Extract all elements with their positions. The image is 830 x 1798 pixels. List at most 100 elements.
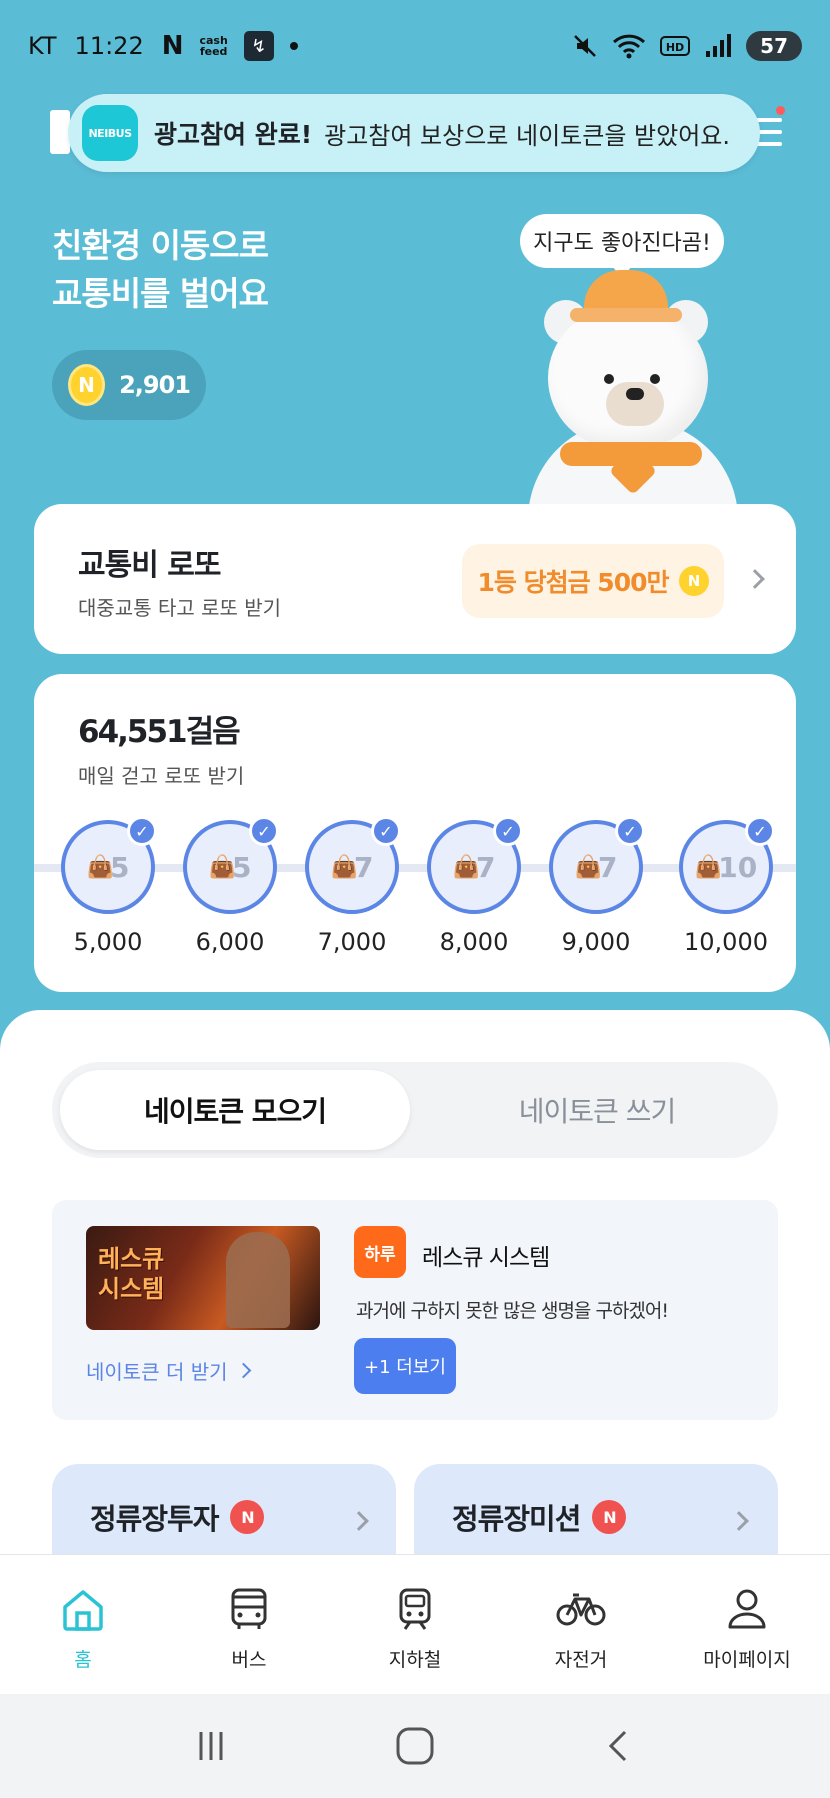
milestone-steps: 6,000 bbox=[195, 928, 265, 956]
menu-notification-dot bbox=[776, 106, 785, 115]
header-logo-fragment bbox=[50, 110, 70, 154]
milestone-reward-circle: 👜 7 ✓ bbox=[427, 816, 523, 914]
step-count: 64,551걸음 bbox=[78, 714, 241, 750]
steps-subtitle: 매일 걷고 로또 받기 bbox=[78, 764, 245, 788]
tab-spend-tokens[interactable]: 네이토큰 쓰기 bbox=[422, 1070, 772, 1150]
back-icon[interactable] bbox=[599, 1726, 639, 1766]
first-prize-badge: 1등 당첨금 500만 N bbox=[462, 544, 724, 618]
home-button-icon[interactable] bbox=[393, 1724, 437, 1768]
token-tab-switcher: 네이토큰 모으기 네이토큰 쓰기 bbox=[52, 1062, 778, 1158]
step-milestone[interactable]: 👜 5 ✓ 5,000 bbox=[60, 816, 157, 956]
naitoken-coin-icon: N bbox=[68, 364, 106, 406]
mascot-speech-bubble: 지구도 좋아진다곰! bbox=[520, 214, 724, 278]
subway-icon bbox=[389, 1583, 441, 1635]
nav-bike[interactable]: 자전거 bbox=[498, 1555, 664, 1694]
transit-lotto-card[interactable]: 교통비 로또 대중교통 타고 로또 받기 1등 당첨금 500만 N bbox=[34, 504, 796, 654]
chevron-right-icon bbox=[745, 569, 765, 589]
milestone-steps: 10,000 bbox=[684, 928, 768, 956]
milestone-steps: 5,000 bbox=[73, 928, 143, 956]
plus-one-more-button[interactable]: +1 더보기 bbox=[354, 1338, 456, 1394]
naitoken-coin-icon: N bbox=[678, 566, 709, 596]
first-prize-text: 1등 당첨금 500만 bbox=[477, 568, 670, 597]
app-notification-icon: ↯ bbox=[243, 31, 274, 61]
nav-subway[interactable]: 지하철 bbox=[332, 1555, 498, 1694]
milestone-reward: 10 bbox=[718, 850, 758, 884]
bus-icon bbox=[223, 1583, 275, 1635]
nav-bike-label: 자전거 bbox=[554, 1649, 608, 1671]
more-tokens-label: 네이토큰 더 받기 bbox=[86, 1360, 228, 1384]
nav-home[interactable]: 홈 bbox=[0, 1555, 166, 1694]
tab-collect-tokens[interactable]: 네이토큰 모으기 bbox=[60, 1070, 410, 1150]
check-icon: ✓ bbox=[745, 816, 775, 846]
ad-offer-card[interactable]: 레스큐 시스템 네이토큰 더 받기 하루 레스큐 시스템 과거에 구하지 못한 … bbox=[52, 1200, 778, 1420]
milestone-reward: 5 bbox=[231, 850, 252, 884]
nav-home-label: 홈 bbox=[74, 1649, 92, 1671]
milestone-reward: 7 bbox=[353, 850, 374, 884]
haru-app-logo: 하루 bbox=[354, 1226, 406, 1278]
nav-subway-label: 지하철 bbox=[388, 1649, 442, 1671]
nav-bus-label: 버스 bbox=[231, 1649, 267, 1671]
token-balance-pill[interactable]: N 2,901 bbox=[52, 350, 206, 420]
carrier-label: KT bbox=[28, 32, 57, 60]
battery-indicator: 57 bbox=[746, 31, 802, 61]
game-ad-thumbnail[interactable]: 레스큐 시스템 bbox=[86, 1226, 320, 1330]
home-icon bbox=[57, 1583, 109, 1635]
chevron-right-icon bbox=[729, 1511, 749, 1531]
milestone-reward: 7 bbox=[475, 850, 496, 884]
recent-apps-icon[interactable] bbox=[191, 1726, 231, 1766]
stop-investment-label: 정류장투자 bbox=[90, 1502, 219, 1536]
hero-title: 친환경 이동으로 교통비를 벌어요 bbox=[52, 226, 269, 313]
ad-title: 레스큐 시스템 bbox=[422, 1245, 550, 1271]
cashfeed-notification-icon: cash feed bbox=[199, 34, 228, 58]
milestone-steps: 8,000 bbox=[439, 928, 509, 956]
chevron-right-icon bbox=[235, 1362, 251, 1379]
bottom-navigation: 홈 버스 지하철 자전거 마이페이지 bbox=[0, 1554, 830, 1694]
hd-voice-icon: HD bbox=[660, 36, 691, 56]
step-milestone[interactable]: 👜 7 ✓ 9,000 bbox=[548, 816, 645, 956]
stop-mission-label: 정류장미션 bbox=[452, 1502, 581, 1536]
check-icon: ✓ bbox=[249, 816, 279, 846]
status-bar: KT 11:22 N cash feed ↯ HD 57 bbox=[0, 0, 830, 92]
token-balance: 2,901 bbox=[119, 371, 191, 399]
firefighter-illustration bbox=[226, 1232, 290, 1328]
milestone-reward: 7 bbox=[597, 850, 618, 884]
milestone-reward-circle: 👜 5 ✓ bbox=[183, 816, 279, 914]
polar-bear-mascot-illustration bbox=[508, 270, 758, 540]
lotto-subtitle: 대중교통 타고 로또 받기 bbox=[78, 596, 282, 620]
clock: 11:22 bbox=[74, 32, 144, 60]
mute-icon bbox=[574, 35, 597, 57]
milestone-steps: 7,000 bbox=[317, 928, 387, 956]
step-milestone[interactable]: 👜 7 ✓ 7,000 bbox=[304, 816, 401, 956]
reward-toast[interactable]: NEIBUS 광고참여 완료! 광고참여 보상으로 네이토큰을 받았어요. bbox=[68, 94, 760, 172]
step-milestone[interactable]: 👜 10 ✓ 10,000 bbox=[670, 816, 782, 956]
wifi-icon bbox=[613, 34, 646, 59]
nav-bus[interactable]: 버스 bbox=[166, 1555, 332, 1694]
naver-notification-icon: N bbox=[161, 31, 184, 61]
system-navigation-bar bbox=[0, 1694, 830, 1798]
new-badge: N bbox=[592, 1500, 627, 1534]
milestone-reward-circle: 👜 7 ✓ bbox=[549, 816, 645, 914]
nav-mypage-label: 마이페이지 bbox=[703, 1649, 791, 1671]
user-icon bbox=[721, 1583, 773, 1635]
check-icon: ✓ bbox=[371, 816, 401, 846]
stop-investment-title: 정류장투자 N bbox=[90, 1496, 265, 1538]
milestone-reward-circle: 👜 10 ✓ bbox=[679, 816, 775, 914]
toast-message: 광고참여 보상으로 네이토큰을 받았어요. bbox=[324, 121, 730, 150]
status-indicators: HD 57 bbox=[572, 31, 802, 61]
milestone-reward: 5 bbox=[109, 850, 130, 884]
milestone-reward-circle: 👜 7 ✓ bbox=[305, 816, 401, 914]
signal-icon bbox=[706, 34, 732, 57]
lotto-title: 교통비 로또 bbox=[78, 548, 221, 583]
more-notifications-dot-icon bbox=[289, 42, 298, 50]
check-icon: ✓ bbox=[493, 816, 523, 846]
svg-text:HD: HD bbox=[666, 41, 684, 54]
toast-title: 광고참여 완료! bbox=[154, 120, 313, 149]
step-milestone[interactable]: 👜 5 ✓ 6,000 bbox=[182, 816, 279, 956]
more-tokens-link[interactable]: 네이토큰 더 받기 bbox=[86, 1356, 251, 1385]
chevron-right-icon bbox=[349, 1511, 369, 1531]
step-milestone[interactable]: 👜 7 ✓ 8,000 bbox=[426, 816, 523, 956]
nav-mypage[interactable]: 마이페이지 bbox=[664, 1555, 830, 1694]
bicycle-icon bbox=[555, 1583, 607, 1635]
stop-mission-title: 정류장미션 N bbox=[452, 1496, 627, 1538]
milestone-reward-circle: 👜 5 ✓ bbox=[61, 816, 157, 914]
